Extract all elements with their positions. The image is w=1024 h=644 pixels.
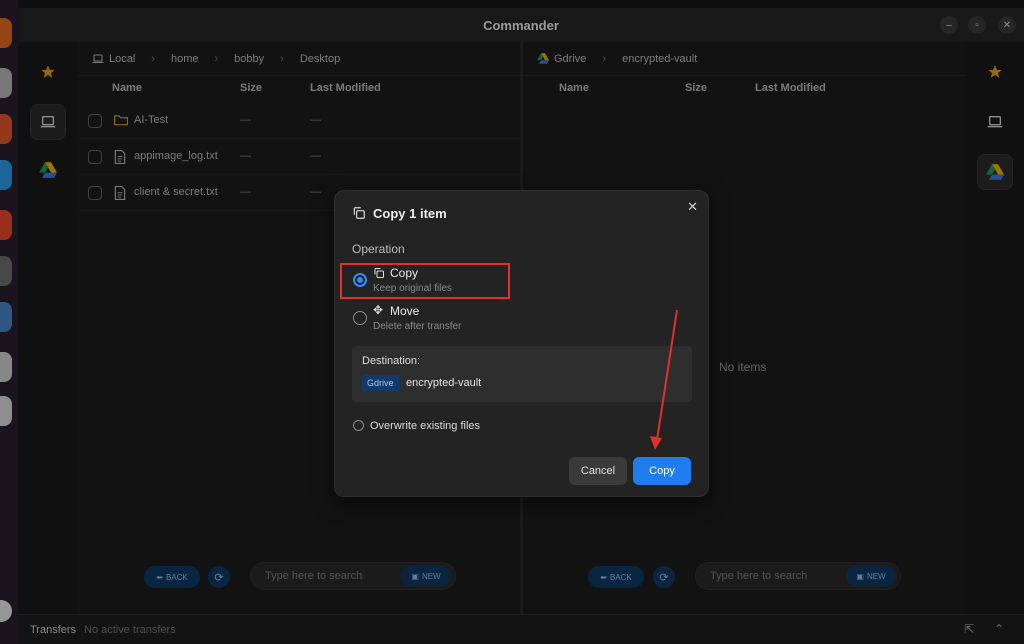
operation-label: Operation: [352, 242, 405, 256]
overwrite-label[interactable]: Overwrite existing files: [370, 420, 480, 432]
destination-box: Destination: Gdrive encrypted-vault: [352, 346, 692, 402]
destination-value: encrypted-vault: [406, 377, 482, 389]
copy-option-subtitle: Keep original files: [373, 283, 452, 294]
close-icon[interactable]: ✕: [687, 199, 698, 215]
copy-radio[interactable]: [353, 273, 367, 287]
desktop: Commander – ▫ ✕ Local › home › bobby › D…: [0, 0, 1024, 644]
move-option-title[interactable]: Move: [390, 304, 419, 318]
destination-tag: Gdrive: [362, 375, 399, 391]
copy-dialog: Copy 1 item ✕ Operation Copy Keep origin…: [334, 190, 709, 497]
move-option-subtitle: Delete after transfer: [373, 321, 462, 332]
move-radio[interactable]: [353, 311, 367, 325]
dialog-title: Copy 1 item: [373, 206, 447, 221]
overwrite-checkbox[interactable]: [353, 420, 364, 431]
copy-icon: [353, 207, 365, 219]
copy-button[interactable]: Copy: [633, 457, 691, 485]
move-icon: ✥: [373, 303, 384, 317]
destination-label: Destination:: [362, 355, 421, 367]
cancel-button[interactable]: Cancel: [569, 457, 627, 485]
copy-icon: [374, 268, 384, 278]
copy-option-title[interactable]: Copy: [390, 266, 418, 280]
